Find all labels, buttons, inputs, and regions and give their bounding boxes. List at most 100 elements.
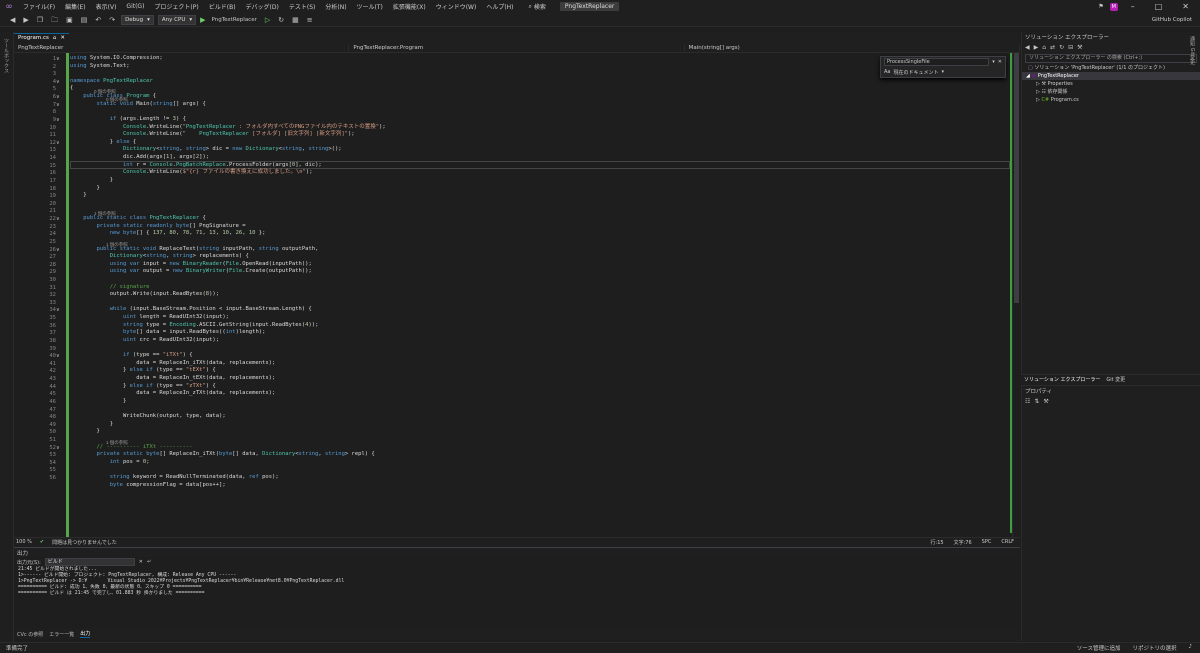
fold-toggle-icon[interactable]: ∨	[56, 353, 60, 359]
zoom-level[interactable]: 100 %	[16, 539, 32, 545]
code-line[interactable]: string keyword = ReadNullTerminated(data…	[70, 474, 279, 481]
save-icon[interactable]: ▣	[64, 15, 75, 25]
code-line[interactable]: data = ReplaceIn_tEXt(data, replacements…	[70, 375, 275, 382]
expand-icon[interactable]: ▾	[992, 59, 995, 65]
code-editor[interactable]: using System.IO.Compression; using System…	[70, 53, 1012, 537]
clear-output-icon[interactable]: ✕	[139, 559, 143, 565]
github-copilot-button[interactable]: GitHub Copilot	[1152, 17, 1200, 23]
tree-solution-root[interactable]: ▢ ソリューション 'PngTextReplacer' (1/1 のプロジェクト…	[1022, 64, 1200, 72]
add-to-source-control[interactable]: ソース管理に追加	[1077, 644, 1121, 652]
tree-item-dependencies[interactable]: ▷ ☷ 依存関係	[1022, 88, 1200, 96]
code-line[interactable]: }	[70, 177, 113, 184]
solution-search-input[interactable]: ソリューション エクスプローラー の検索 (Ctrl+;)	[1025, 54, 1197, 63]
word-wrap-icon[interactable]: ↵	[147, 559, 151, 565]
code-line[interactable]: Console.WriteLine("PngTextReplacer : フォル…	[70, 124, 386, 131]
codelens-reference-hint[interactable]: 1 個の参照	[106, 440, 128, 446]
case-sensitive-icon[interactable]: Aa	[884, 69, 890, 75]
code-line[interactable]: Dictionary<string, string> dic = new Dic…	[70, 146, 342, 153]
code-line[interactable]: Console.WriteLine(" PngTextReplacer [フォル…	[70, 131, 355, 138]
code-line[interactable]: private static byte[] ReplaceIn_iTXt(byt…	[70, 451, 375, 458]
menu-analyze[interactable]: 分析(N)	[320, 2, 351, 11]
code-line[interactable]: uint crc = ReadUInt32(input);	[70, 337, 219, 344]
code-line[interactable]: byte compressionFlag = data[pos++];	[70, 482, 226, 489]
categorized-icon[interactable]: ☷	[1025, 398, 1030, 405]
issues-status[interactable]: 問題は見つかりませんでした	[52, 539, 117, 546]
code-line[interactable]: data = ReplaceIn_iTXt(data, replacements…	[70, 360, 275, 367]
code-line[interactable]: using System.Text;	[70, 63, 130, 70]
fold-toggle-icon[interactable]: ∨	[56, 117, 60, 123]
code-line[interactable]: } else {	[70, 139, 137, 146]
codelens-reference-hint[interactable]: 0 個の参照	[94, 89, 116, 95]
notifications-tab[interactable]: 通知 Git変更	[1189, 36, 1196, 65]
forward-icon[interactable]: ▶	[1034, 44, 1039, 51]
member-dropdown[interactable]: Main(string[] args)	[685, 44, 1020, 51]
code-line[interactable]: static void Main(string[] args) {	[70, 101, 206, 108]
refresh-icon[interactable]: ↻	[1059, 44, 1064, 51]
menu-file[interactable]: ファイル(F)	[18, 2, 60, 11]
menu-window[interactable]: ウィンドウ(W)	[431, 2, 482, 11]
code-line[interactable]: }	[70, 421, 113, 428]
fold-toggle-icon[interactable]: ∨	[56, 102, 60, 108]
code-line[interactable]: public static class PngTextReplacer {	[70, 215, 206, 222]
open-icon[interactable]: 🗀	[49, 15, 60, 25]
property-pages-icon[interactable]: ⚒	[1043, 398, 1048, 405]
codelens-reference-hint[interactable]: 1 個の参照	[106, 242, 128, 248]
tree-item-program-cs[interactable]: ▷ C# Program.cs	[1022, 96, 1200, 104]
code-line[interactable]: data = ReplaceIn_zTXt(data, replacements…	[70, 390, 275, 397]
tab-solution-explorer[interactable]: ソリューション エクスプローラー	[1024, 376, 1100, 383]
scrollbar-thumb[interactable]	[1014, 53, 1019, 303]
close-find-icon[interactable]: ✕	[998, 59, 1002, 65]
code-line[interactable]: private static readonly byte[] PngSignat…	[70, 223, 246, 230]
start-without-debugging-icon[interactable]: ▷	[263, 15, 272, 25]
save-all-icon[interactable]: ▤	[79, 15, 90, 25]
redo-icon[interactable]: ↷	[107, 15, 117, 25]
tab-git-changes[interactable]: Git 変更	[1106, 376, 1125, 383]
tab-program-cs[interactable]: Program.cs ⌂ ✕	[14, 33, 69, 43]
code-line[interactable]: Dictionary<string, string> replacements)…	[70, 253, 249, 260]
code-line[interactable]: {	[70, 85, 73, 92]
comment-icon[interactable]: ≡	[305, 15, 315, 25]
menu-test[interactable]: テスト(S)	[284, 2, 321, 11]
output-source-select[interactable]: ビルド	[44, 558, 135, 566]
code-line[interactable]: using System.IO.Compression;	[70, 55, 163, 62]
back-icon[interactable]: ◀	[8, 15, 17, 25]
code-line[interactable]: }	[70, 398, 126, 405]
sync-icon[interactable]: ⇄	[1050, 44, 1055, 51]
hot-reload-icon[interactable]: ↻	[276, 15, 286, 25]
code-line[interactable]: if (args.Length != 3) {	[70, 116, 186, 123]
tab-error-list[interactable]: エラー一覧	[49, 631, 74, 638]
platform-select[interactable]: Any CPU ▾	[157, 14, 197, 25]
home-icon[interactable]: ⌂	[1042, 44, 1046, 51]
menu-extensions[interactable]: 拡張機能(X)	[388, 2, 431, 11]
undo-icon[interactable]: ↶	[93, 15, 103, 25]
find-scope[interactable]: 現在のドキュメント	[893, 69, 938, 76]
code-line[interactable]: uint length = ReadUInt32(input);	[70, 314, 229, 321]
code-line[interactable]: while (input.BaseStream.Position < input…	[70, 306, 312, 313]
run-target-label[interactable]: PngTextReplacer	[210, 15, 259, 25]
code-line[interactable]: byte[] data = input.ReadBytes((int)lengt…	[70, 329, 265, 336]
eol-indicator[interactable]: CRLF	[1001, 539, 1014, 546]
type-dropdown[interactable]: PngTextReplacer.Program	[349, 44, 685, 51]
menu-git[interactable]: Git(G)	[121, 3, 149, 10]
maximize-icon[interactable]: □	[1148, 2, 1170, 11]
fold-toggle-icon[interactable]: ∨	[56, 79, 60, 85]
code-line[interactable]: if (type == "iTXt") {	[70, 352, 193, 359]
menu-help[interactable]: ヘルプ(H)	[481, 2, 518, 11]
feedback-icon[interactable]: ⚑	[1098, 3, 1103, 10]
code-line[interactable]: Console.WriteLine($"{r} ファイルの書き換えに成功しました…	[70, 169, 313, 176]
code-line[interactable]: using var input = new BinaryReader(File.…	[70, 261, 312, 268]
code-line[interactable]: // signature	[70, 284, 150, 291]
start-debugging-icon[interactable]: ▶	[200, 16, 205, 24]
menu-build[interactable]: ビルド(B)	[204, 2, 241, 11]
code-line[interactable]: }	[70, 192, 86, 199]
fold-toggle-icon[interactable]: ∨	[56, 56, 60, 62]
code-line[interactable]: int pos = 0;	[70, 459, 150, 466]
code-line[interactable]: output.Write(input.ReadBytes(8));	[70, 291, 219, 298]
wrench-icon[interactable]: ⚒	[1077, 44, 1082, 51]
fold-toggle-icon[interactable]: ∨	[56, 94, 60, 100]
codelens-reference-hint[interactable]: 1 個の参照	[94, 211, 116, 217]
layout-icon[interactable]: ▦	[290, 15, 301, 25]
code-line[interactable]: } else if (type == "zTXt") {	[70, 383, 216, 390]
avatar[interactable]: M	[1109, 2, 1118, 11]
code-line[interactable]: } else if (type == "tEXt") {	[70, 367, 216, 374]
